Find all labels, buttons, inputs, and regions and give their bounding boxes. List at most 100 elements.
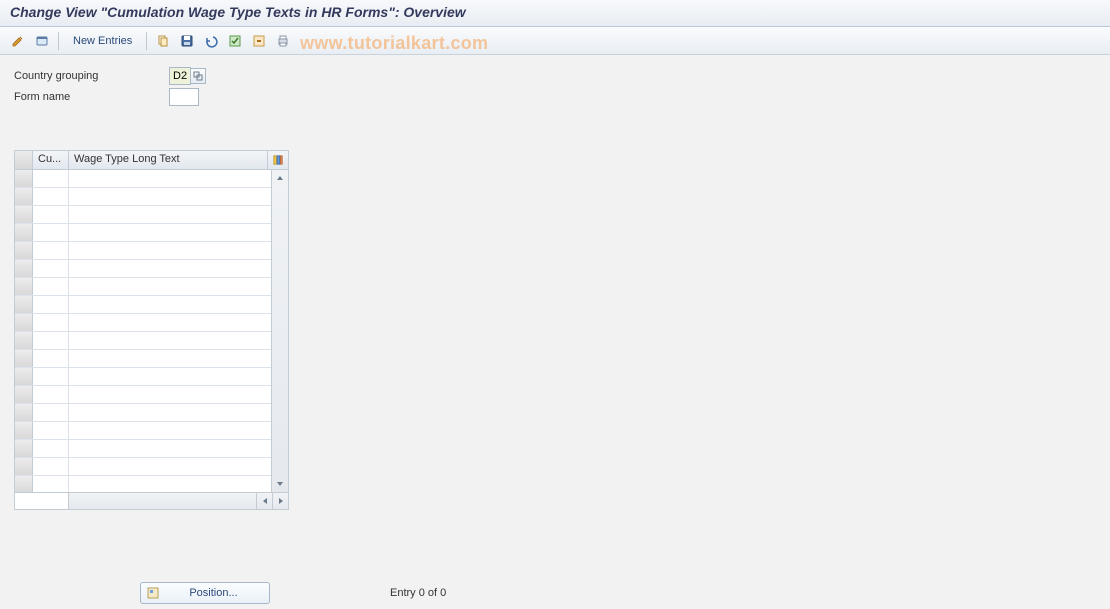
row-selector[interactable] xyxy=(15,260,33,277)
row-selector[interactable] xyxy=(15,440,33,457)
form-name-input[interactable] xyxy=(169,88,199,106)
table-row[interactable] xyxy=(15,260,271,278)
cell-cumulation[interactable] xyxy=(33,170,69,187)
row-selector[interactable] xyxy=(15,458,33,475)
column-cumulation[interactable]: Cu... xyxy=(33,151,69,169)
cell-wage-type[interactable] xyxy=(69,260,271,277)
position-button[interactable]: Position... xyxy=(140,582,270,604)
cell-cumulation[interactable] xyxy=(33,386,69,403)
row-selector[interactable] xyxy=(15,242,33,259)
scrollbar-track[interactable] xyxy=(272,186,288,476)
row-selector[interactable] xyxy=(15,224,33,241)
save-icon[interactable] xyxy=(177,31,197,51)
cell-wage-type[interactable] xyxy=(69,314,271,331)
table-row[interactable] xyxy=(15,170,271,188)
cell-cumulation[interactable] xyxy=(33,296,69,313)
row-selector[interactable] xyxy=(15,206,33,223)
cell-cumulation[interactable] xyxy=(33,476,69,492)
cell-wage-type[interactable] xyxy=(69,440,271,457)
row-selector[interactable] xyxy=(15,422,33,439)
cell-wage-type[interactable] xyxy=(69,368,271,385)
table-row[interactable] xyxy=(15,350,271,368)
scroll-down-icon[interactable] xyxy=(272,476,288,492)
cell-wage-type[interactable] xyxy=(69,242,271,259)
table-row[interactable] xyxy=(15,224,271,242)
table-row[interactable] xyxy=(15,422,271,440)
deselect-all-icon[interactable] xyxy=(249,31,269,51)
table-row[interactable] xyxy=(15,242,271,260)
table-row[interactable] xyxy=(15,278,271,296)
cell-wage-type[interactable] xyxy=(69,422,271,439)
cell-cumulation[interactable] xyxy=(33,350,69,367)
position-label: Position... xyxy=(170,587,257,599)
table-row[interactable] xyxy=(15,476,271,492)
row-selector[interactable] xyxy=(15,332,33,349)
row-selector[interactable] xyxy=(15,314,33,331)
scroll-up-icon[interactable] xyxy=(272,170,288,186)
cell-cumulation[interactable] xyxy=(33,422,69,439)
vertical-scrollbar[interactable] xyxy=(271,170,288,492)
row-selector[interactable] xyxy=(15,386,33,403)
scroll-left-icon[interactable] xyxy=(256,493,272,509)
cell-cumulation[interactable] xyxy=(33,404,69,421)
cell-cumulation[interactable] xyxy=(33,260,69,277)
table-row[interactable] xyxy=(15,188,271,206)
cell-wage-type[interactable] xyxy=(69,332,271,349)
cell-wage-type[interactable] xyxy=(69,458,271,475)
new-entries-button[interactable]: New Entries xyxy=(65,33,140,49)
cell-wage-type[interactable] xyxy=(69,386,271,403)
cell-wage-type[interactable] xyxy=(69,224,271,241)
cell-cumulation[interactable] xyxy=(33,440,69,457)
cell-wage-type[interactable] xyxy=(69,404,271,421)
horizontal-scrollbar[interactable] xyxy=(15,492,288,509)
select-all-column[interactable] xyxy=(15,151,33,169)
hscroll-track[interactable] xyxy=(69,493,256,509)
country-grouping-input[interactable] xyxy=(169,67,191,85)
table-row[interactable] xyxy=(15,206,271,224)
table-row[interactable] xyxy=(15,458,271,476)
row-selector[interactable] xyxy=(15,170,33,187)
toggle-change-icon[interactable] xyxy=(8,31,28,51)
row-selector[interactable] xyxy=(15,476,33,492)
table-row[interactable] xyxy=(15,386,271,404)
cell-cumulation[interactable] xyxy=(33,188,69,205)
row-selector[interactable] xyxy=(15,368,33,385)
column-wage-type[interactable]: Wage Type Long Text xyxy=(69,151,268,169)
cell-cumulation[interactable] xyxy=(33,206,69,223)
cell-cumulation[interactable] xyxy=(33,332,69,349)
scroll-right-icon[interactable] xyxy=(272,493,288,509)
undo-icon[interactable] xyxy=(201,31,221,51)
cell-cumulation[interactable] xyxy=(33,242,69,259)
select-all-icon[interactable] xyxy=(225,31,245,51)
bottom-bar: Position... Entry 0 of 0 xyxy=(0,577,1110,609)
table-row[interactable] xyxy=(15,314,271,332)
search-help-icon[interactable] xyxy=(190,68,206,84)
row-selector[interactable] xyxy=(15,188,33,205)
cell-wage-type[interactable] xyxy=(69,278,271,295)
cell-wage-type[interactable] xyxy=(69,350,271,367)
cell-wage-type[interactable] xyxy=(69,476,271,492)
cell-wage-type[interactable] xyxy=(69,296,271,313)
cell-wage-type[interactable] xyxy=(69,170,271,187)
toolbar-separator xyxy=(146,32,147,50)
other-view-icon[interactable] xyxy=(32,31,52,51)
row-selector[interactable] xyxy=(15,350,33,367)
row-selector[interactable] xyxy=(15,296,33,313)
cell-cumulation[interactable] xyxy=(33,314,69,331)
row-selector[interactable] xyxy=(15,278,33,295)
cell-cumulation[interactable] xyxy=(33,224,69,241)
table-row[interactable] xyxy=(15,440,271,458)
row-selector[interactable] xyxy=(15,404,33,421)
cell-cumulation[interactable] xyxy=(33,278,69,295)
table-row[interactable] xyxy=(15,404,271,422)
cell-cumulation[interactable] xyxy=(33,368,69,385)
cell-cumulation[interactable] xyxy=(33,458,69,475)
table-settings-icon[interactable] xyxy=(268,151,288,169)
cell-wage-type[interactable] xyxy=(69,206,271,223)
copy-icon[interactable] xyxy=(153,31,173,51)
cell-wage-type[interactable] xyxy=(69,188,271,205)
table-row[interactable] xyxy=(15,296,271,314)
print-icon[interactable] xyxy=(273,31,293,51)
table-row[interactable] xyxy=(15,368,271,386)
table-row[interactable] xyxy=(15,332,271,350)
